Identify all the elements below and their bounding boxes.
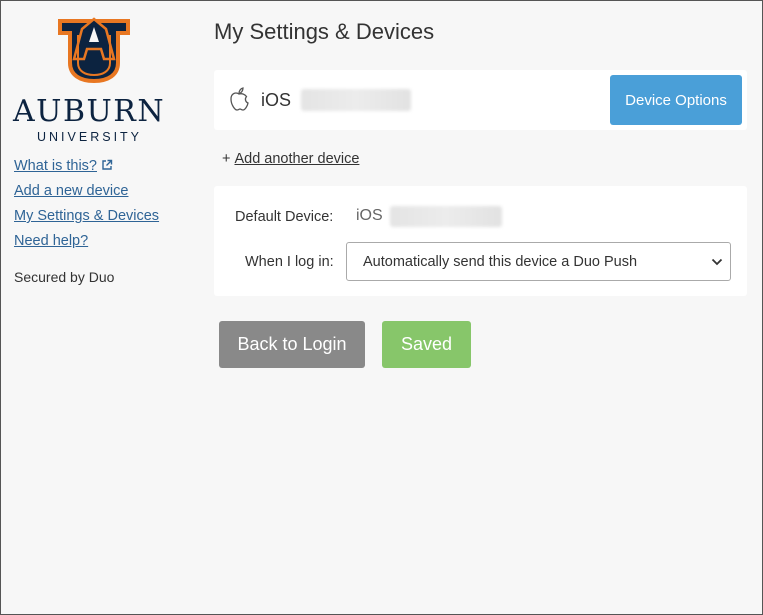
device-options-button[interactable]: Device Options: [610, 75, 742, 125]
external-link-icon: [102, 159, 113, 170]
chevron-down-icon: [711, 258, 723, 266]
sidebar-link-need-help[interactable]: Need help?: [14, 229, 159, 254]
when-i-log-in-label: When I log in:: [245, 254, 334, 270]
device-card: iOS Device Options: [214, 70, 747, 130]
sidebar-link-label: What is this?: [14, 158, 97, 174]
default-device-value: iOS: [356, 207, 383, 224]
add-another-device-link[interactable]: Add another device: [234, 151, 359, 167]
apple-icon: [230, 87, 249, 111]
page-title: My Settings & Devices: [214, 19, 435, 44]
sidebar-link-add-device[interactable]: Add a new device: [14, 179, 159, 204]
settings-card: Default Device: iOS When I log in: Autom…: [214, 186, 747, 296]
login-action-selected-value: Automatically send this device a Duo Pus…: [363, 254, 638, 270]
login-action-select[interactable]: Automatically send this device a Duo Pus…: [346, 242, 731, 281]
secured-by-label: Secured by Duo: [14, 269, 115, 285]
default-device-label: Default Device:: [235, 209, 334, 225]
brand-subtitle: UNIVERSITY: [37, 130, 143, 144]
add-another-device: + Add another device: [222, 151, 359, 167]
sidebar-link-settings-devices[interactable]: My Settings & Devices: [14, 204, 159, 229]
saved-button[interactable]: Saved: [382, 321, 471, 368]
back-to-login-button[interactable]: Back to Login: [219, 321, 365, 368]
plus-icon: +: [222, 151, 231, 167]
sidebar-link-what-is-this[interactable]: What is this?: [14, 154, 159, 179]
redacted-device-number: [301, 89, 411, 111]
brand-name: AUBURN: [13, 94, 166, 129]
auburn-logo-icon: [58, 17, 130, 83]
sidebar-links: What is this? Add a new device My Settin…: [14, 154, 159, 254]
device-os-label: iOS: [261, 90, 292, 110]
sidebar: AUBURN UNIVERSITY What is this? Add a ne…: [1, 1, 191, 614]
redacted-default-number: [390, 206, 502, 227]
app-frame: AUBURN UNIVERSITY What is this? Add a ne…: [0, 0, 763, 615]
